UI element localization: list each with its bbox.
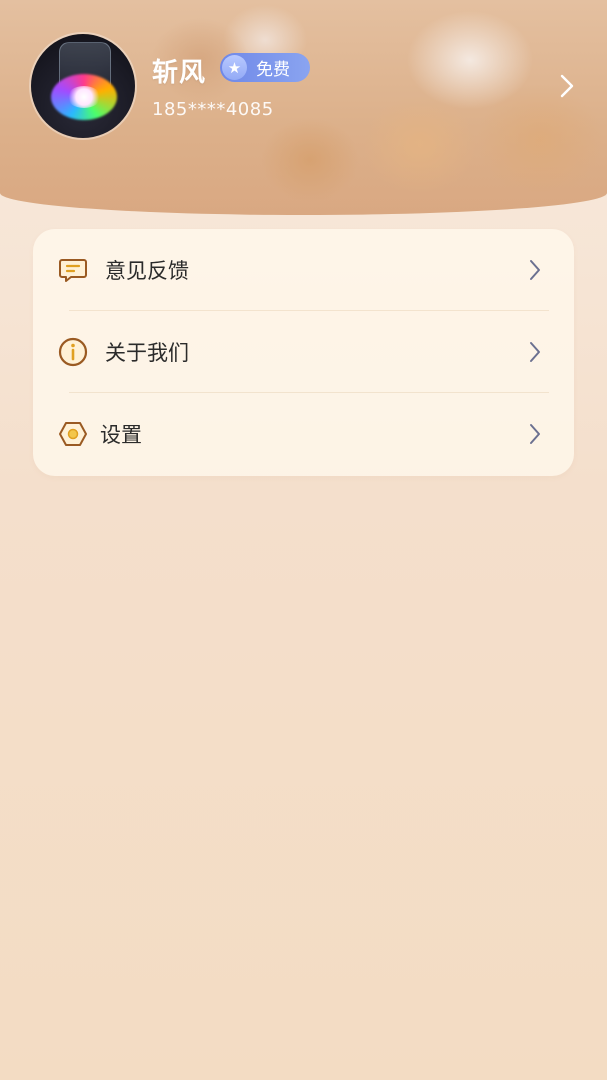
chevron-right-icon[interactable] (558, 72, 576, 100)
chevron-right-icon (530, 424, 540, 444)
feedback-icon (57, 254, 89, 286)
star-icon: ★ (222, 55, 247, 80)
menu-item-label: 关于我们 (105, 341, 189, 365)
avatar-image-core (67, 86, 101, 108)
username: 斩风 (152, 58, 207, 88)
menu-item-feedback[interactable]: 意见反馈 (33, 229, 574, 311)
settings-icon (57, 418, 89, 450)
chevron-right-icon (530, 260, 540, 280)
menu-item-settings[interactable]: 设置 (33, 393, 574, 475)
phone-number: 185****4085 (152, 99, 274, 120)
menu-item-label: 意见反馈 (105, 259, 189, 283)
chevron-right-icon (530, 342, 540, 362)
info-icon (57, 336, 89, 368)
menu-card: 意见反馈 关于我们 设置 (33, 229, 574, 476)
menu-item-label: 设置 (100, 423, 142, 447)
profile-header[interactable]: 斩风 ★ 免费 185****4085 (0, 0, 607, 215)
membership-badge: ★ 免费 (220, 53, 310, 82)
avatar[interactable] (31, 34, 135, 138)
membership-badge-label: 免费 (256, 60, 290, 80)
menu-item-about[interactable]: 关于我们 (33, 311, 574, 393)
